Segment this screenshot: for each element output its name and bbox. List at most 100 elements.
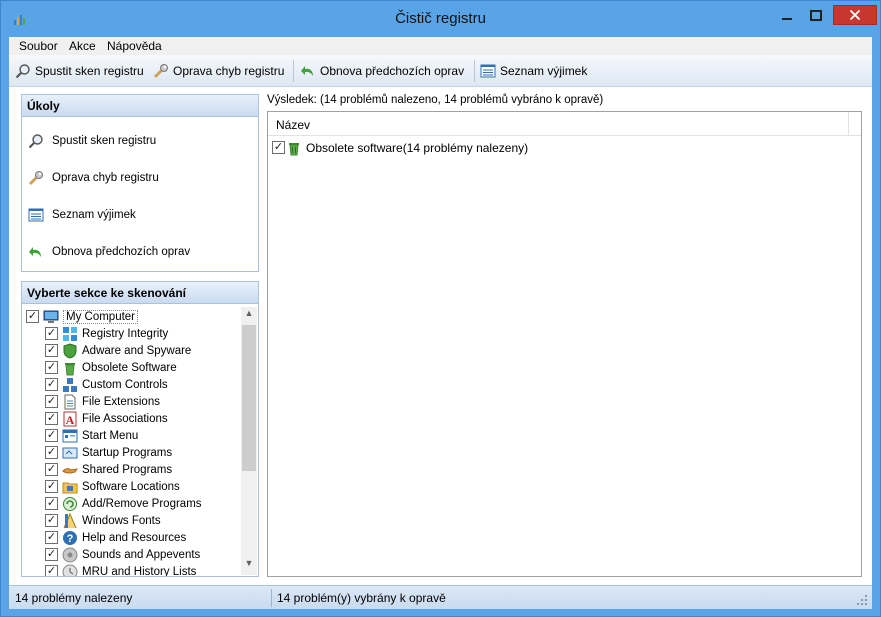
section-item[interactable]: ✓ Registry Integrity — [45, 325, 168, 342]
scroll-up-arrow-icon[interactable]: ▲ — [241, 308, 257, 324]
menu-napoveda[interactable]: Nápověda — [107, 39, 162, 53]
task-repair-registry[interactable]: Oprava chyb registru — [28, 170, 159, 186]
scroll-down-arrow-icon[interactable]: ▼ — [241, 558, 257, 574]
scrollbar-thumb[interactable] — [242, 325, 256, 471]
checkbox[interactable]: ✓ — [45, 463, 58, 476]
repair-registry-button[interactable]: Oprava chyb registru — [153, 62, 284, 80]
task-exclusion-list[interactable]: Seznam výjimek — [28, 207, 136, 223]
shared-programs-icon — [62, 462, 79, 478]
section-item[interactable]: ✓ Windows Fonts — [45, 512, 161, 529]
file-extension-icon — [62, 394, 78, 410]
checkbox[interactable]: ✓ — [45, 344, 58, 357]
section-item-label: Registry Integrity — [82, 327, 169, 340]
registry-blocks-icon — [62, 326, 78, 342]
maximize-button[interactable] — [802, 7, 830, 27]
section-item[interactable]: ✓ Obsolete Software — [45, 359, 177, 376]
section-item-label: Shared Programs — [82, 463, 173, 476]
task-restore-repairs[interactable]: Obnova předchozích oprav — [28, 244, 190, 260]
section-item-label: File Associations — [82, 412, 168, 425]
section-item[interactable]: ✓ MRU and History Lists — [45, 563, 196, 576]
svg-text:?: ? — [67, 533, 74, 545]
checkbox[interactable]: ✓ — [45, 446, 58, 459]
section-item-label: Startup Programs — [82, 446, 173, 459]
toolbar-separator — [474, 60, 475, 82]
section-item-label: Windows Fonts — [82, 514, 161, 527]
checkbox[interactable]: ✓ — [45, 327, 58, 340]
section-item-label: Sounds and Appevents — [82, 548, 201, 561]
minimize-button[interactable] — [773, 7, 801, 27]
section-item[interactable]: ✓ Shared Programs — [45, 461, 172, 478]
section-item-label: Software Locations — [82, 480, 180, 493]
column-header-nazev[interactable]: Název — [276, 118, 310, 132]
status-found: 14 problémy nalezeny — [15, 591, 133, 605]
list-icon — [480, 64, 496, 78]
checkbox[interactable]: ✓ — [45, 548, 58, 561]
exclusion-list-label: Seznam výjimek — [500, 64, 588, 78]
section-item-label: Add/Remove Programs — [82, 497, 202, 510]
checkbox[interactable]: ✓ — [45, 429, 58, 442]
result-row[interactable]: ✓ Obsolete software(14 problémy nalezeny… — [272, 139, 528, 156]
sections-scrollbar[interactable]: ▲ ▼ — [241, 307, 257, 575]
resize-grip-icon[interactable] — [856, 594, 868, 606]
checkbox[interactable]: ✓ — [272, 141, 285, 154]
menu-soubor[interactable]: Soubor — [19, 39, 58, 53]
start-menu-icon — [62, 428, 78, 444]
section-item[interactable]: ✓ Custom Controls — [45, 376, 168, 393]
tree-root-my-computer[interactable]: ✓ My Computer — [26, 308, 139, 325]
main-content: Úkoly Spustit sken registru Oprava chyb … — [9, 87, 872, 585]
wrench-icon — [153, 64, 168, 79]
checkbox[interactable]: ✓ — [45, 531, 58, 544]
checkbox[interactable]: ✓ — [45, 395, 58, 408]
sounds-icon — [62, 547, 78, 563]
title-bar[interactable]: Čistič registru — [1, 1, 880, 37]
custom-controls-icon — [62, 377, 78, 393]
section-item-label: Custom Controls — [82, 378, 168, 391]
checkbox[interactable]: ✓ — [26, 310, 39, 323]
status-bar: 14 problémy nalezeny 14 problém(y) vybrá… — [9, 585, 872, 609]
section-item[interactable]: ✓ Start Menu — [45, 427, 138, 444]
checkbox[interactable]: ✓ — [45, 412, 58, 425]
section-item-label: Adware and Spyware — [82, 344, 192, 357]
checkbox[interactable]: ✓ — [45, 497, 58, 510]
section-item-label: Help and Resources — [82, 531, 187, 544]
task-repair-label: Oprava chyb registru — [52, 172, 159, 184]
section-item[interactable]: ✓ Software Locations — [45, 478, 180, 495]
magnifier-icon — [28, 134, 43, 149]
exclusion-list-button[interactable]: Seznam výjimek — [480, 62, 587, 80]
tasks-panel-header: Úkoly — [22, 95, 258, 117]
result-label: Obsolete software(14 problémy nalezeny) — [306, 140, 529, 155]
status-selected: 14 problém(y) vybrány k opravě — [277, 591, 446, 605]
section-item[interactable]: ✓ File Extensions — [45, 393, 160, 410]
close-button[interactable] — [833, 5, 877, 25]
task-exclusions-label: Seznam výjimek — [52, 209, 136, 221]
section-item[interactable]: ✓ Add/Remove Programs — [45, 495, 202, 512]
section-item[interactable]: ✓ A File Associations — [45, 410, 168, 427]
scan-registry-label: Spustit sken registru — [35, 64, 144, 78]
list-icon — [28, 208, 44, 222]
section-item[interactable]: ✓ Sounds and Appevents — [45, 546, 200, 563]
section-item-label: Start Menu — [82, 429, 139, 442]
checkbox[interactable]: ✓ — [45, 480, 58, 493]
repair-registry-label: Oprava chyb registru — [173, 64, 285, 78]
results-list-header: Název — [268, 112, 861, 136]
section-item[interactable]: ✓ Adware and Spyware — [45, 342, 191, 359]
restore-repairs-button[interactable]: Obnova předchozích oprav — [300, 62, 464, 80]
task-scan-registry[interactable]: Spustit sken registru — [28, 133, 156, 149]
scan-registry-button[interactable]: Spustit sken registru — [15, 62, 144, 80]
section-item-label: File Extensions — [82, 395, 160, 408]
recycle-bin-icon — [62, 360, 78, 376]
checkbox[interactable]: ✓ — [45, 378, 58, 391]
computer-icon — [43, 310, 59, 323]
magnifier-icon — [15, 64, 30, 79]
checkbox[interactable]: ✓ — [45, 565, 58, 576]
checkbox[interactable]: ✓ — [45, 361, 58, 374]
menu-akce[interactable]: Akce — [69, 39, 96, 53]
section-item[interactable]: ✓? Help and Resources — [45, 529, 186, 546]
startup-programs-icon — [62, 445, 78, 461]
app-window: Čistič registru Soubor Akce Nápověda Spu… — [0, 0, 881, 617]
checkbox[interactable]: ✓ — [45, 514, 58, 527]
section-item[interactable]: ✓ Startup Programs — [45, 444, 172, 461]
section-item-label: Obsolete Software — [82, 361, 177, 374]
recycle-bin-icon — [289, 142, 299, 155]
toolbar-separator — [293, 60, 294, 82]
